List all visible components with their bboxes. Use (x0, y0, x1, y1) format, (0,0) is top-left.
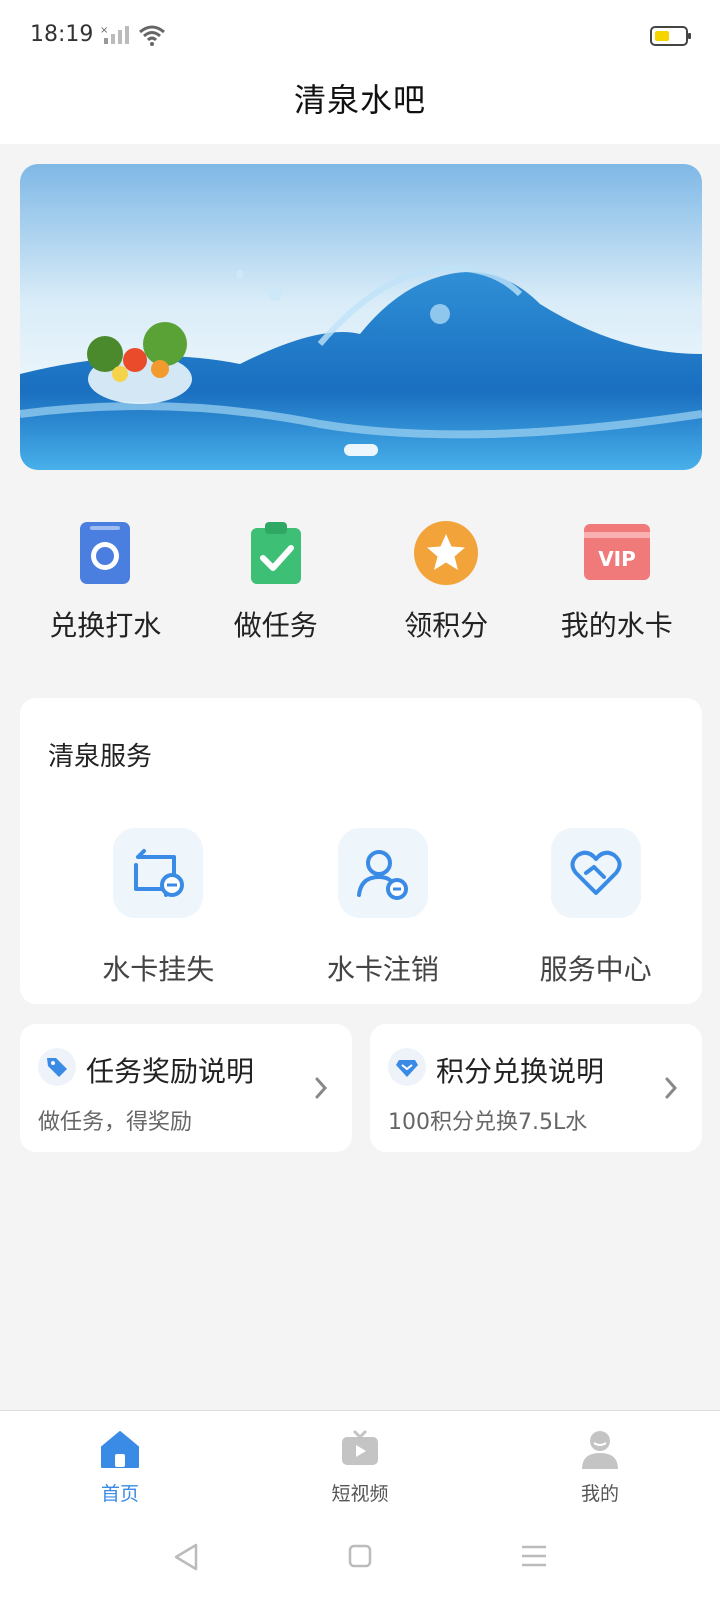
carousel-indicator (344, 444, 378, 456)
nav-profile[interactable]: 我的 (480, 1411, 720, 1520)
tag-icon (38, 1048, 76, 1086)
service-label: 服务中心 (539, 953, 652, 986)
service-center[interactable]: 服务中心 (489, 828, 702, 988)
quick-actions: 兑换打水 做任务 领积分 VIP 我的水卡 (20, 518, 702, 648)
service-label: 水卡注销 (326, 953, 439, 986)
star-badge-icon (414, 521, 479, 585)
info-card-subtitle: 100积分兑换7.5L水 (388, 1110, 588, 1135)
quick-action-label: 做任务 (233, 609, 318, 642)
banner-water-splash-image (20, 164, 702, 470)
info-card-title: 积分兑换说明 (436, 1055, 605, 1088)
diamond-icon (388, 1048, 426, 1086)
nav-label: 首页 (100, 1483, 139, 1505)
services-list: 水卡挂失 水卡注销 服务中心 (20, 828, 702, 988)
svg-text:VIP: VIP (598, 547, 636, 571)
services-card: 清泉服务 水卡挂失 水卡注销 服务中心 (20, 698, 702, 1004)
quick-action-tasks[interactable]: 做任务 (191, 518, 362, 648)
quick-action-label: 领积分 (404, 609, 489, 642)
quick-action-points[interactable]: 领积分 (361, 518, 532, 648)
service-report-loss[interactable]: 水卡挂失 (20, 828, 277, 988)
user-remove-icon (337, 828, 428, 918)
status-bar: 18:19 × (0, 0, 720, 72)
app-header: 清泉水吧 (0, 72, 720, 144)
service-label: 水卡挂失 (102, 953, 215, 986)
home-square-icon[interactable] (348, 1544, 372, 1572)
status-time: 18:19 (30, 22, 94, 47)
banner-carousel[interactable] (20, 164, 702, 470)
vip-card-icon: VIP (583, 524, 650, 580)
system-nav-bar (0, 1520, 720, 1600)
nav-home[interactable]: 首页 (0, 1411, 240, 1520)
chevron-right-icon (314, 1076, 328, 1104)
quick-action-exchange-water[interactable]: 兑换打水 (20, 518, 191, 648)
services-title: 清泉服务 (48, 742, 153, 772)
quick-action-label: 我的水卡 (560, 609, 673, 642)
battery-icon (650, 26, 692, 50)
points-exchange-info-card[interactable]: 积分兑换说明 100积分兑换7.5L水 (370, 1024, 702, 1152)
service-cancel-card[interactable]: 水卡注销 (277, 828, 490, 988)
wifi-icon (138, 24, 166, 50)
quick-action-label: 兑换打水 (49, 609, 162, 642)
card-report-loss-icon (113, 828, 204, 918)
heart-handshake-icon (550, 828, 641, 918)
nav-label: 我的 (580, 1483, 619, 1505)
info-card-subtitle: 做任务，得奖励 (38, 1110, 193, 1135)
home-icon (100, 1431, 139, 1468)
back-icon[interactable] (172, 1542, 200, 1576)
page-title: 清泉水吧 (293, 81, 426, 119)
nav-short-video[interactable]: 短视频 (240, 1411, 480, 1520)
info-card-title: 任务奖励说明 (86, 1055, 255, 1088)
signal-icon: × (100, 24, 130, 50)
quick-action-my-card[interactable]: VIP 我的水卡 (532, 518, 703, 648)
clipboard-check-icon (250, 522, 301, 584)
tv-play-icon (341, 1429, 378, 1465)
washer-icon (80, 522, 131, 584)
user-icon (581, 1431, 618, 1469)
menu-icon[interactable] (520, 1544, 548, 1572)
bottom-nav: 首页 短视频 我的 (0, 1410, 720, 1520)
chevron-right-icon (664, 1076, 678, 1104)
task-reward-info-card[interactable]: 任务奖励说明 做任务，得奖励 (20, 1024, 352, 1152)
nav-label: 短视频 (331, 1483, 389, 1505)
svg-text:×: × (100, 25, 108, 36)
